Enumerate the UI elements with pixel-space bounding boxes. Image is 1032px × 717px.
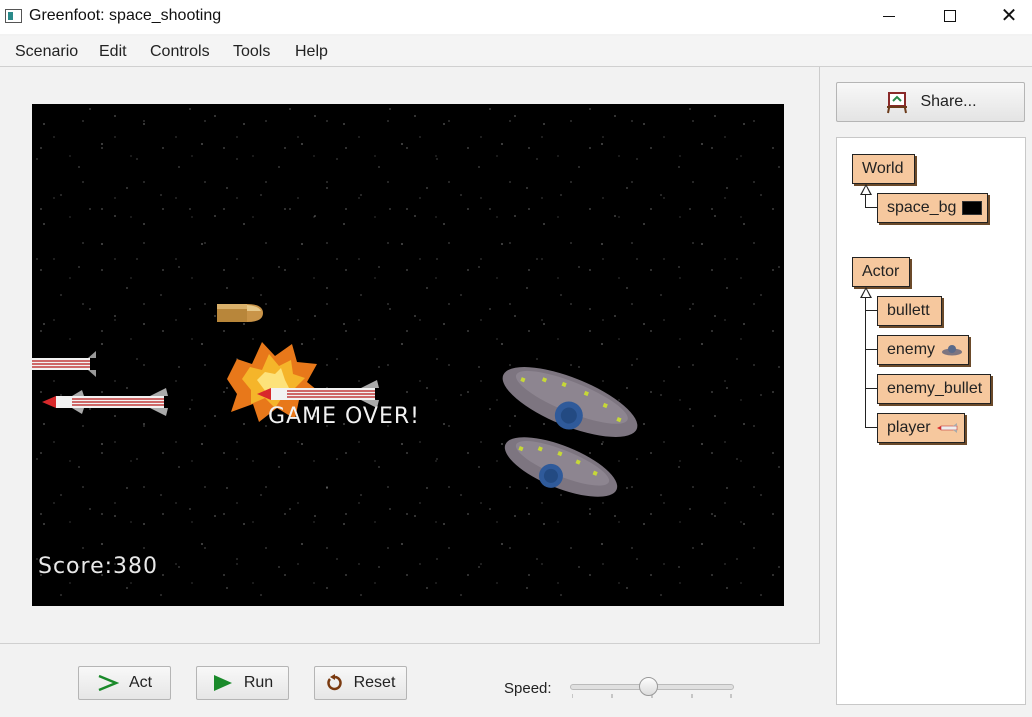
tree-line [865,207,877,208]
control-bar: Act Run Reset Speed: [0,643,820,717]
class-player-label: player [887,419,931,436]
act-label: Act [128,674,153,691]
run-button[interactable]: Run [196,666,289,700]
class-world-label: World [862,160,904,177]
class-world[interactable]: World [852,154,915,184]
speed-label: Speed: [504,680,552,697]
share-easel-icon [887,92,908,114]
tree-line [865,388,877,389]
window-title: Greenfoot: space_shooting [29,7,222,24]
game-over-text: GAME OVER! [268,404,420,429]
minimize-icon [883,15,895,17]
class-enemy[interactable]: enemy [877,335,969,365]
enemy-ufo-thumb-icon [942,345,963,356]
class-actor-label: Actor [862,263,900,280]
run-play-icon [213,675,232,691]
class-space-bg-label: space_bg [887,199,957,216]
share-label: Share... [920,93,977,110]
reset-icon [326,674,342,691]
player-missile-sprite [42,388,168,416]
greenfoot-app-icon [5,9,22,23]
class-bullett[interactable]: bullett [877,296,942,326]
player-missile-thumb-icon [936,423,957,433]
tree-line [865,427,877,428]
maximize-icon [944,10,956,22]
star-field-dim [32,104,784,606]
maximize-button[interactable] [927,0,973,32]
tree-line [865,310,877,311]
title-bar: Greenfoot: space_shooting ✕ [0,0,1032,34]
class-player[interactable]: player [877,413,965,443]
class-enemy-bullet-label: enemy_bullet [887,380,983,397]
close-button[interactable]: ✕ [986,0,1032,32]
enemy-ufo-sprite [504,437,618,497]
menu-bar: Scenario Edit Controls Tools Help [0,36,1032,67]
space-bg-thumb-icon [962,201,983,215]
player-missile-sprite [32,351,96,377]
minimize-button[interactable] [866,0,912,32]
class-enemy-bullet[interactable]: enemy_bullet [877,374,991,404]
class-space-bg[interactable]: space_bg [877,193,988,223]
act-step-icon [98,674,119,692]
bullet-sprite [217,304,263,322]
class-bullett-label: bullett [887,302,930,319]
tree-line [865,194,866,208]
inherit-arrow-icon [860,287,872,298]
menu-controls[interactable]: Controls [150,43,210,61]
share-button[interactable]: Share... [836,82,1025,122]
act-button[interactable]: Act [78,666,171,700]
reset-button[interactable]: Reset [314,666,407,700]
menu-tools[interactable]: Tools [233,43,270,61]
class-enemy-label: enemy [887,341,936,358]
menu-scenario[interactable]: Scenario [15,43,78,61]
menu-help[interactable]: Help [295,43,328,61]
menu-edit[interactable]: Edit [99,43,127,61]
tree-line [865,349,877,350]
game-world-canvas[interactable]: GAME OVER! Score:380 [32,104,784,606]
close-icon: ✕ [1000,5,1018,27]
run-label: Run [243,674,274,691]
inherit-arrow-icon [860,184,872,195]
reset-label: Reset [353,674,396,691]
class-actor[interactable]: Actor [852,257,910,287]
score-text: Score:380 [38,554,159,579]
tree-line [865,297,866,427]
